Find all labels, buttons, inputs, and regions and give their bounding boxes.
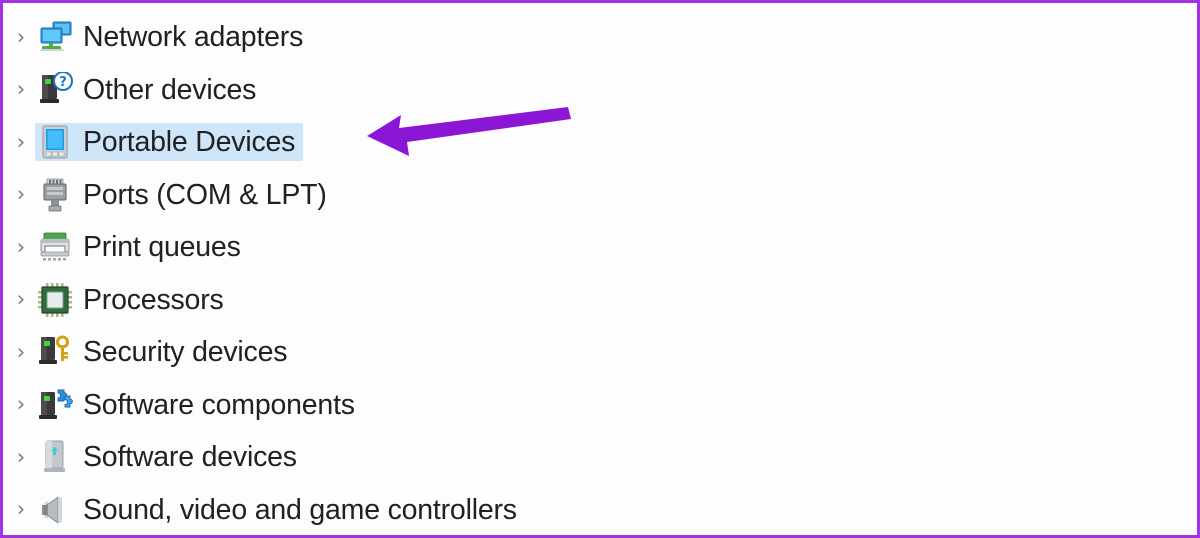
tree-item-label: Processors [83, 283, 224, 316]
tree-item-label: Software components [83, 388, 355, 421]
tree-item-content[interactable]: Sound, video and game controllers [35, 491, 525, 529]
chevron-right-icon[interactable]: › [7, 341, 35, 363]
tree-item-sound-video-and-game-controllers[interactable]: › Sound, video and game controllers [3, 484, 1197, 536]
tree-item-label: Security devices [83, 336, 288, 369]
device-tree[interactable]: › Network adapters › ? Other devices › P… [3, 11, 1197, 536]
tree-item-content[interactable]: Software components [35, 386, 363, 424]
tree-item-label: Network adapters [83, 21, 304, 54]
software-devices-icon [35, 438, 75, 476]
tree-item-content[interactable]: Security devices [35, 333, 295, 371]
security-devices-icon [35, 333, 75, 371]
sound-video-game-icon [35, 491, 75, 529]
chevron-right-icon[interactable]: › [7, 394, 35, 415]
network-adapters-icon [35, 18, 75, 56]
chevron-right-icon[interactable]: › [7, 79, 35, 100]
tree-item-other-devices[interactable]: › ? Other devices [3, 64, 1197, 117]
portable-devices-icon [35, 123, 75, 161]
tree-item-processors[interactable]: › Processors [3, 274, 1197, 327]
tree-item-content[interactable]: Software devices [35, 438, 305, 476]
tree-item-content[interactable]: Processors [35, 281, 232, 319]
tree-item-label: Software devices [83, 441, 297, 474]
tree-item-label: Portable Devices [83, 126, 296, 159]
chevron-right-icon[interactable]: › [7, 236, 35, 258]
chevron-right-icon[interactable]: › [7, 289, 35, 310]
tree-item-content[interactable]: Ports (COM & LPT) [35, 176, 335, 214]
tree-item-ports-com-lpt[interactable]: › Ports (COM & LPT) [3, 169, 1197, 222]
chevron-right-icon[interactable]: › [7, 499, 35, 520]
chevron-right-icon[interactable]: › [7, 446, 35, 468]
tree-item-content[interactable]: Network adapters [35, 18, 311, 56]
print-queues-icon [35, 228, 75, 266]
other-devices-icon: ? [35, 71, 75, 109]
ports-icon [35, 176, 75, 214]
tree-item-label: Print queues [83, 231, 241, 264]
chevron-right-icon[interactable]: › [7, 184, 35, 205]
tree-item-security-devices[interactable]: › Security devices [3, 326, 1197, 379]
tree-item-label: Other devices [83, 73, 257, 106]
tree-item-content[interactable]: Print queues [35, 228, 249, 266]
chevron-right-icon[interactable]: › [7, 26, 35, 48]
tree-item-label: Sound, video and game controllers [83, 493, 517, 526]
svg-text:?: ? [59, 75, 67, 90]
tree-item-content[interactable]: ? Other devices [35, 71, 264, 109]
tree-item-network-adapters[interactable]: › Network adapters [3, 11, 1197, 64]
tree-item-portable-devices[interactable]: › Portable Devices [3, 116, 1197, 169]
processors-icon [35, 281, 75, 319]
chevron-right-icon[interactable]: › [7, 131, 35, 153]
tree-item-software-components[interactable]: › Software components [3, 379, 1197, 432]
tree-item-print-queues[interactable]: › Print queues [3, 221, 1197, 274]
software-components-icon [35, 386, 75, 424]
tree-item-label: Ports (COM & LPT) [83, 178, 327, 211]
tree-item-content[interactable]: Portable Devices [35, 123, 304, 162]
tree-item-software-devices[interactable]: › Software devices [3, 431, 1197, 484]
device-manager-tree-panel: › Network adapters › ? Other devices › P… [0, 0, 1200, 538]
